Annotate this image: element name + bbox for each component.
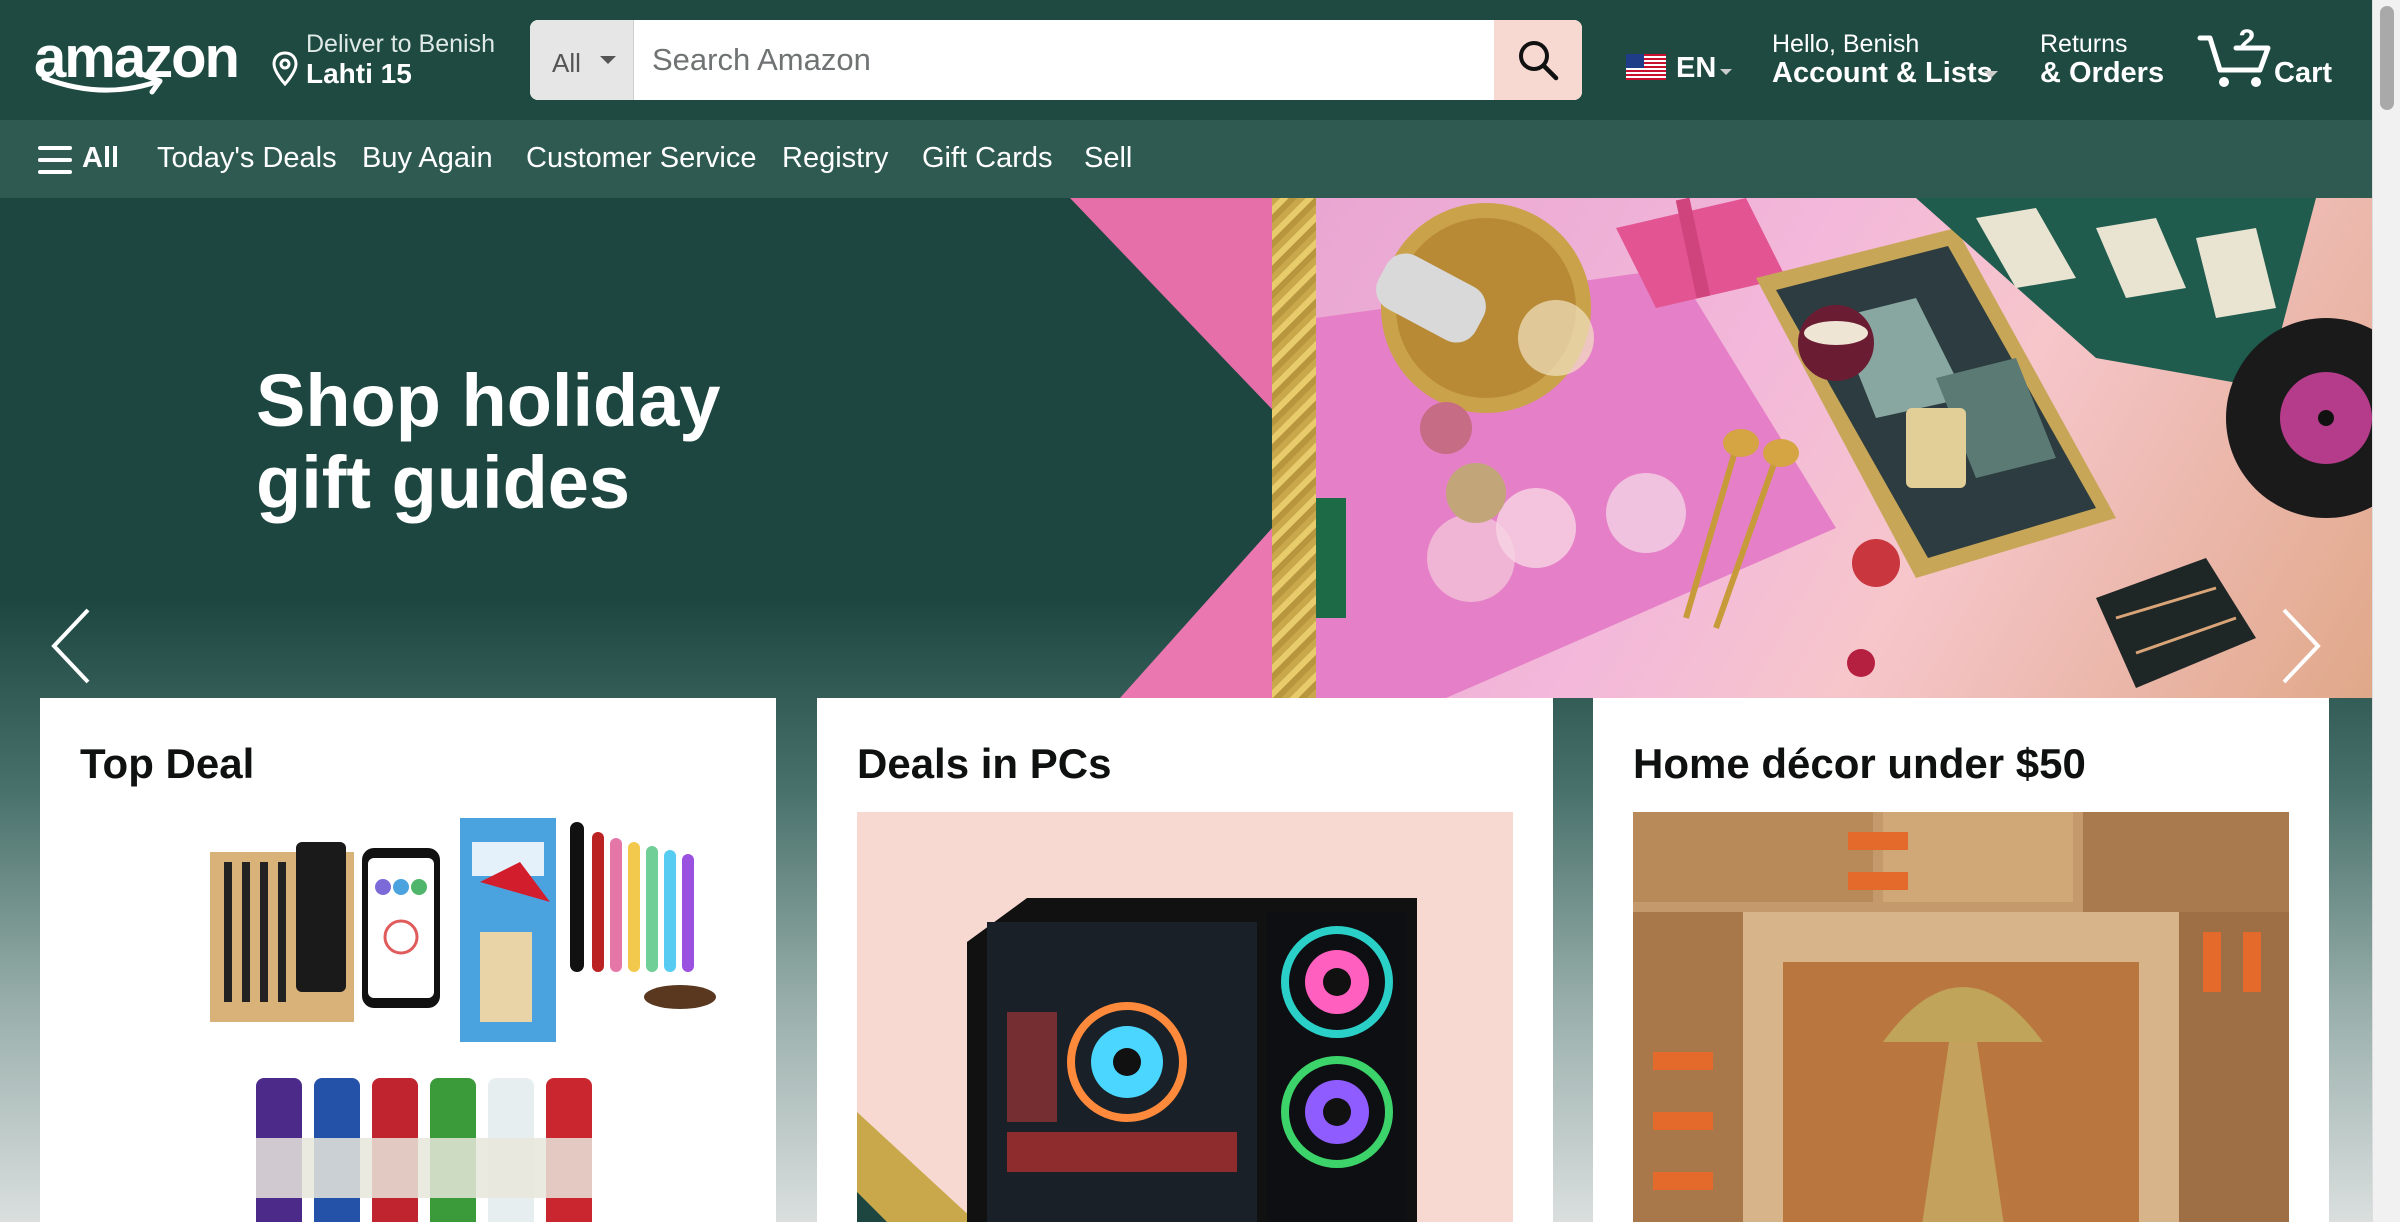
orders-label: & Orders [2040,57,2165,89]
location-pin-icon [272,51,298,87]
top-header: amazon Deliver to Benish Lahti 15 All Se… [0,0,2372,120]
hero-title-line-2: gift guides [256,441,631,524]
deliver-label: Deliver to Benish [306,30,495,58]
search-category-dropdown[interactable]: All [530,20,634,100]
chevron-down-icon [1984,71,1998,78]
nav-item-sell[interactable]: Sell [1084,142,1132,175]
account-greeting: Hello, Benish [1772,30,1920,58]
hero-title: Shop holiday gift guides [256,360,816,524]
account-label: Account & Lists [1772,57,1993,89]
cart-count: 2 [2238,24,2256,57]
hamburger-menu-icon [38,146,72,174]
gold-ribbon [1272,198,1317,698]
nav-bar: All Today's Deals Buy Again Customer Ser… [0,120,2372,198]
account-and-lists[interactable]: Hello, Benish Account & Lists [1772,28,2008,92]
card-title: Home décor under $50 [1633,740,2086,787]
nav-item-registry[interactable]: Registry [782,142,888,175]
card-image [857,812,1513,1222]
deliver-location: Lahti 15 [306,58,412,89]
nav-item-gift-cards[interactable]: Gift Cards [922,142,1053,175]
returns-and-orders[interactable]: Returns & Orders [2040,28,2170,92]
gift-guide-photo [1316,198,2372,698]
card-image [80,812,736,1222]
page-scrollbar[interactable] [2372,0,2400,1222]
language-code: EN [1676,52,1717,84]
pink-shape [1070,198,1290,698]
returns-label: Returns [2040,30,2128,58]
card-home-decor[interactable]: Home décor under $50 [1593,698,2329,1222]
nav-item-todays-deals[interactable]: Today's Deals [157,142,337,175]
amazon-logo[interactable]: amazon [34,22,240,98]
scrollbar-thumb[interactable] [2380,6,2394,110]
deliver-to[interactable]: Deliver to Benish Lahti 15 [266,28,506,92]
nav-item-customer-service[interactable]: Customer Service [526,142,756,175]
all-menu-label: All [82,142,120,174]
us-flag-icon [1626,54,1666,80]
card-title: Top Deal [80,740,255,787]
chevron-down-icon [1720,69,1732,75]
carousel-prev-icon[interactable] [44,604,104,688]
cart-label: Cart [2274,57,2333,89]
chevron-down-icon [600,56,616,64]
search-button[interactable] [1494,20,1582,100]
hero-title-line-1: Shop holiday [256,359,721,442]
nav-item-buy-again[interactable]: Buy Again [362,142,493,175]
search-category-value: All [552,48,581,78]
card-deals-in-pcs[interactable]: Deals in PCs [817,698,1553,1222]
search-input[interactable] [634,20,1496,100]
cart-button[interactable]: 2 Cart [2196,24,2336,94]
card-image [1633,812,2289,1222]
search-icon [1519,41,1559,81]
carousel-next-icon[interactable] [2268,604,2328,688]
smile-arrow-icon [41,73,163,95]
card-title: Deals in PCs [857,740,1112,787]
card-top-deal[interactable]: Top Deal [40,698,776,1222]
all-menu-button[interactable]: All [38,142,128,178]
search-bar: All [530,20,1582,100]
language-selector[interactable]: EN [1626,48,1736,88]
